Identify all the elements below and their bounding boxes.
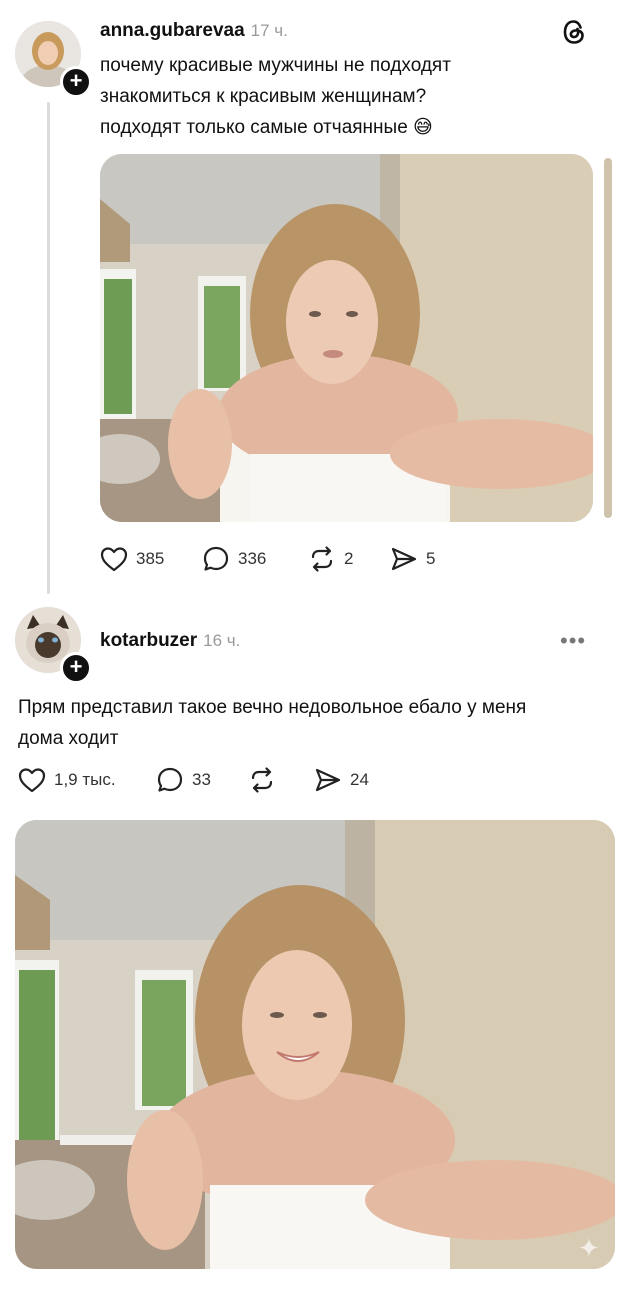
reply-text-line: дома ходит	[18, 728, 119, 749]
sparkle-icon: ✦	[578, 1233, 600, 1263]
comment-count: 33	[192, 770, 211, 789]
like-count: 385	[136, 549, 165, 568]
repost-icon	[311, 546, 333, 572]
share-count: 5	[426, 549, 436, 568]
post-text-line-with-emoji: подходят только самые отчаянные 😅	[100, 112, 620, 143]
post-text-line: почему красивые мужчины не подходят	[100, 55, 451, 76]
reply-header: kotarbuzer 16 ч.	[100, 630, 240, 652]
comment-icon	[157, 767, 183, 792]
post-header: anna.gubarevaa 17 ч.	[100, 20, 288, 42]
post-actions: 385 336 2 5	[100, 544, 435, 574]
share-button[interactable]: 24	[314, 767, 369, 793]
reply-text: Прям представил такое вечно недовольное …	[18, 692, 623, 754]
thread-connector-line	[47, 102, 50, 594]
reply-actions: 1,9 тыс. 33 24	[18, 765, 369, 795]
post-text-line: знакомиться к красивым женщинам?	[100, 86, 427, 107]
timestamp: 16 ч.	[203, 631, 241, 650]
threads-logo-icon[interactable]	[561, 18, 587, 46]
like-count: 1,9 тыс.	[54, 770, 116, 789]
comment-icon	[203, 546, 229, 571]
follow-plus-icon[interactable]: +	[60, 66, 92, 98]
post-text-line: подходят только самые отчаянные	[100, 117, 408, 138]
repost-button[interactable]: 2	[308, 545, 390, 573]
comment-button[interactable]: 336	[202, 545, 308, 573]
username[interactable]: kotarbuzer	[100, 630, 197, 651]
heart-icon	[100, 547, 128, 572]
comment-count: 336	[238, 549, 267, 568]
like-button[interactable]: 1,9 тыс.	[18, 767, 156, 793]
repost-button[interactable]	[248, 766, 314, 794]
reply-text-line: Прям представил такое вечно недовольное …	[18, 697, 527, 718]
share-count: 24	[350, 770, 369, 789]
repost-count: 2	[344, 549, 354, 568]
send-icon	[315, 768, 341, 792]
username[interactable]: anna.gubarevaa	[100, 20, 245, 41]
like-button[interactable]: 385	[100, 546, 202, 572]
comment-button[interactable]: 33	[156, 766, 248, 794]
post-photo[interactable]	[100, 154, 593, 522]
send-icon	[391, 547, 417, 571]
repost-icon	[251, 767, 273, 793]
next-photo-preview[interactable]	[604, 158, 612, 518]
share-button[interactable]: 5	[390, 546, 435, 572]
heart-icon	[18, 768, 46, 793]
more-options-icon[interactable]: •••	[560, 628, 586, 654]
follow-plus-icon[interactable]: +	[60, 652, 92, 684]
timestamp: 17 ч.	[250, 21, 288, 40]
post-text: почему красивые мужчины не подходят знак…	[100, 50, 620, 143]
reply-photo[interactable]	[15, 820, 615, 1269]
emoji: 😅	[413, 117, 433, 138]
